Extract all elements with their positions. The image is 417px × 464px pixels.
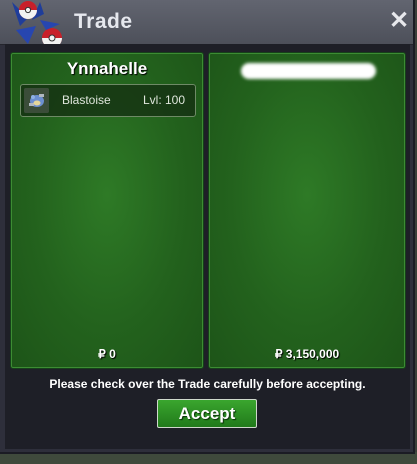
pokemon-sprite-icon [24,88,49,113]
pokeball-logo-icon [12,1,62,48]
redacted-player-name [241,63,376,79]
trade-content: Ynnahelle Blastoise Lvl: 100 ₽ 0 ₽ 3,150… [5,44,410,449]
partner-offer-panel: ₽ 3,150,000 [208,52,406,369]
title-bar[interactable]: Trade ✕ [0,0,413,48]
accept-button[interactable]: Accept [157,399,257,428]
offer-item-blastoise[interactable]: Blastoise Lvl: 100 [20,84,196,117]
trade-notice: Please check over the Trade carefully be… [49,377,366,391]
trade-window: Trade ✕ Ynnahelle Blastoise Lvl: 100 ₽ 0 [0,0,415,454]
close-icon[interactable]: ✕ [388,9,410,33]
item-level: Lvl: 100 [143,93,186,107]
own-offer-panel: Ynnahelle Blastoise Lvl: 100 ₽ 0 [10,52,204,369]
partner-money-offer: ₽ 3,150,000 [274,347,340,361]
own-player-name: Ynnahelle [66,59,148,78]
item-name: Blastoise [62,93,111,107]
own-money-offer: ₽ 0 [98,347,116,361]
window-title: Trade [74,10,133,33]
